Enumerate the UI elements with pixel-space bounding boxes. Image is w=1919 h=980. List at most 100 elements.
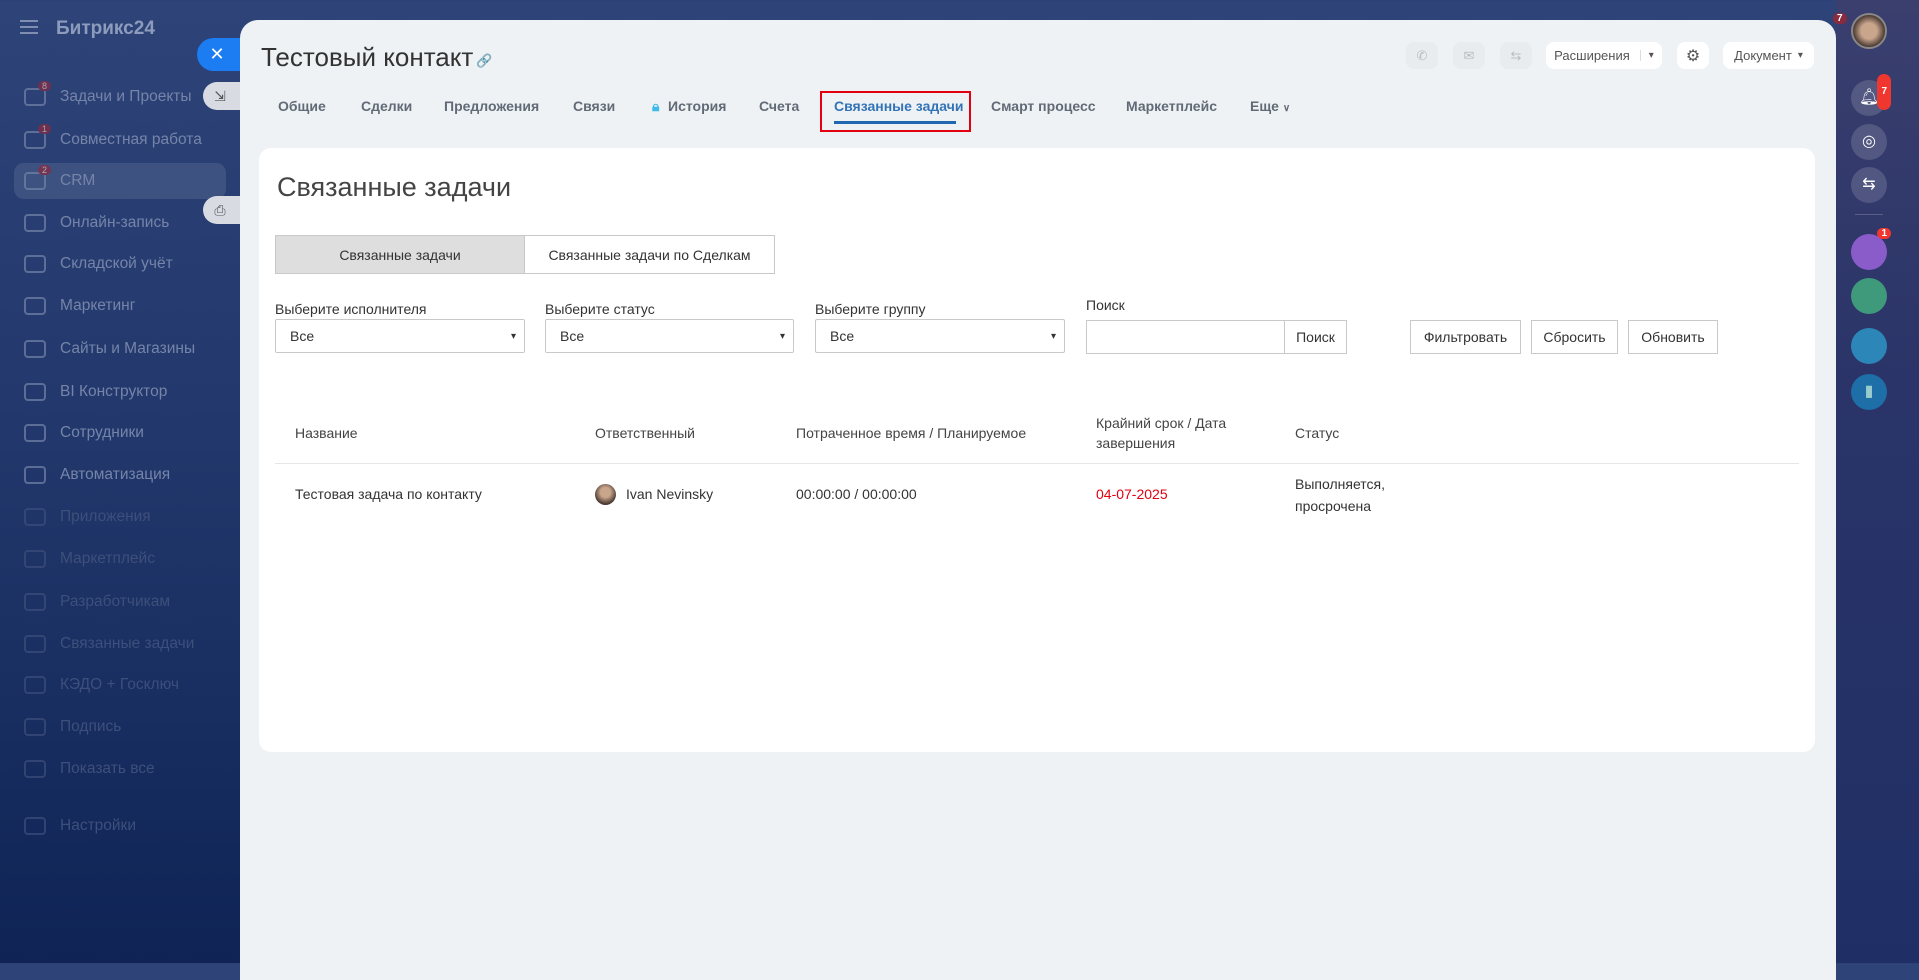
task-status: Выполняется, просрочена	[1295, 476, 1385, 514]
col-header-responsible: Ответственный	[595, 425, 695, 441]
notification-badge: 7	[1877, 74, 1891, 110]
user-avatar[interactable]: 7	[1833, 13, 1887, 49]
chat-icon[interactable]	[1851, 328, 1887, 364]
sidebar-item[interactable]: Приложения	[14, 499, 226, 535]
extensions-button[interactable]: Расширения ▾	[1546, 42, 1662, 69]
menu-icon[interactable]	[20, 20, 38, 34]
col-header-deadline: Крайний срок / Дата завершения	[1096, 415, 1227, 451]
executor-label: Выберите исполнителя	[275, 301, 427, 317]
sidebar-item[interactable]: Сотрудники	[14, 415, 226, 451]
sidebar-item[interactable]: Складской учёт	[14, 246, 226, 282]
refresh-button[interactable]: Обновить	[1628, 320, 1718, 354]
executor-value: Все	[290, 328, 315, 344]
executor-select[interactable]: Все ▾	[275, 319, 525, 353]
sidebar-item-label: Настройки	[60, 817, 137, 834]
tab-more-label: Еще	[1250, 98, 1279, 114]
sidebar-item-label: Сайты и Магазины	[60, 340, 196, 357]
highlight-box	[820, 91, 971, 132]
chevron-down-icon: ▾	[510, 330, 516, 342]
sidebar-item-label: Приложения	[60, 508, 151, 525]
tab-quotes[interactable]: Предложения	[444, 98, 539, 114]
gear-icon[interactable]: ⚙	[1677, 42, 1709, 69]
sidebar-item-icon	[24, 550, 46, 568]
bookmark-icon[interactable]: ▮	[1851, 374, 1887, 410]
sidebar-item-icon	[24, 340, 46, 358]
sidebar-item[interactable]: Онлайн-запись	[14, 205, 226, 241]
tab-more[interactable]: Еще ∨	[1250, 98, 1290, 114]
sidebar-item[interactable]: Автоматизация	[14, 457, 226, 493]
sidebar-badge: 8	[38, 81, 52, 91]
copilot-icon[interactable]: ◎	[1851, 124, 1887, 160]
rail-divider	[1855, 214, 1883, 215]
sidebar-item[interactable]: 8 Задачи и Проекты	[14, 79, 226, 115]
page-title: Тестовый контакт	[261, 42, 474, 72]
sidebar-item-label: Задачи и Проекты	[60, 88, 192, 105]
sidebar-item[interactable]: 1 Совместная работа	[14, 122, 226, 158]
task-name-link[interactable]: Тестовая задача по контакту	[295, 483, 482, 505]
toggle-related-tasks-deals[interactable]: Связанные задачи по Сделкам	[524, 235, 775, 274]
sidebar-item[interactable]: Подпись	[14, 709, 226, 745]
status-value: Все	[560, 328, 585, 344]
section-heading: Связанные задачи	[277, 172, 512, 202]
sidebar-item[interactable]: Связанные задачи	[14, 626, 226, 662]
deadline: 04-07-2025	[1096, 486, 1168, 502]
group-select[interactable]: Все ▾	[815, 319, 1065, 353]
sidebar-item[interactable]: Маркетинг	[14, 288, 226, 324]
search-input[interactable]	[1086, 320, 1285, 354]
mail-icon[interactable]: ✉	[1453, 42, 1485, 69]
chat-icon[interactable]: ⇆	[1500, 42, 1532, 69]
sidebar-item-icon	[24, 718, 46, 736]
sidebar-item-label: Показать все	[60, 760, 155, 777]
sidebar-item[interactable]: BI Конструктор	[14, 374, 226, 410]
sidebar-item[interactable]: Маркетплейс	[14, 541, 226, 577]
extensions-label: Расширения	[1554, 48, 1630, 63]
print-icon[interactable]: ⎙	[203, 196, 245, 224]
sidebar-item-icon	[24, 466, 46, 484]
link-icon[interactable]: 🔗	[476, 53, 492, 69]
col-header-status: Статус	[1295, 425, 1340, 441]
tab-history[interactable]: История	[668, 98, 726, 114]
tab-deals[interactable]: Сделки	[361, 98, 412, 114]
messenger-icon[interactable]: ⇆	[1851, 167, 1887, 203]
filter-button[interactable]: Фильтровать	[1410, 320, 1521, 354]
sidebar-item-icon	[24, 255, 46, 273]
toggle-related-tasks[interactable]: Связанные задачи	[275, 235, 525, 274]
sidebar-item[interactable]: 2 CRM	[14, 163, 226, 199]
tab-general[interactable]: Общие	[278, 98, 326, 114]
sidebar-item[interactable]: Показать все	[14, 751, 226, 787]
responsible-name[interactable]: Ivan Nevinsky	[626, 483, 713, 505]
news-icon[interactable]	[1851, 278, 1887, 314]
promo-icon[interactable]: 1	[1851, 228, 1891, 270]
tab-relations[interactable]: Связи	[573, 98, 615, 114]
status-select[interactable]: Все ▾	[545, 319, 794, 353]
sidebar-item-icon	[24, 676, 46, 694]
sidebar-item-icon	[24, 817, 46, 835]
sidebar-item-label: Маркетинг	[60, 297, 136, 314]
sidebar-item[interactable]: Сайты и Магазины	[14, 331, 226, 367]
tab-marketplace[interactable]: Маркетплейс	[1126, 98, 1217, 114]
sidebar-item[interactable]: Разработчикам	[14, 584, 226, 620]
sidebar-item-label: Автоматизация	[60, 466, 171, 483]
sidebar-item-label: КЭДО + Госключ	[60, 676, 179, 693]
time-spent: 00:00:00 / 00:00:00	[796, 486, 917, 502]
lock-icon: 🔒︎	[652, 98, 660, 114]
sidebar-item-label: Подпись	[60, 718, 122, 735]
sidebar-item[interactable]: КЭДО + Госключ	[14, 667, 226, 703]
tab-smart-process[interactable]: Смарт процесс	[991, 98, 1096, 114]
col-header-time: Потраченное время / Планируемое	[796, 425, 1027, 441]
reset-button[interactable]: Сбросить	[1531, 320, 1618, 354]
phone-icon[interactable]: ✆	[1406, 42, 1438, 69]
sidebar-item[interactable]: Настройки	[14, 808, 226, 844]
col-header-name: Название	[295, 425, 358, 441]
bell-icon[interactable]: 🔔︎ 7	[1851, 74, 1891, 116]
close-slider-button[interactable]: ✕	[197, 38, 245, 71]
minimize-icon[interactable]: ⇲	[203, 82, 245, 110]
document-button[interactable]: Документ ▾	[1723, 42, 1814, 69]
group-value: Все	[830, 328, 855, 344]
sidebar-badge: 2	[38, 165, 52, 175]
chevron-down-icon: ∨	[1282, 103, 1291, 114]
sidebar-item-label: Сотрудники	[60, 424, 144, 441]
tab-invoices[interactable]: Счета	[759, 98, 799, 114]
search-button[interactable]: Поиск	[1284, 320, 1347, 354]
document-label: Документ	[1734, 48, 1792, 63]
